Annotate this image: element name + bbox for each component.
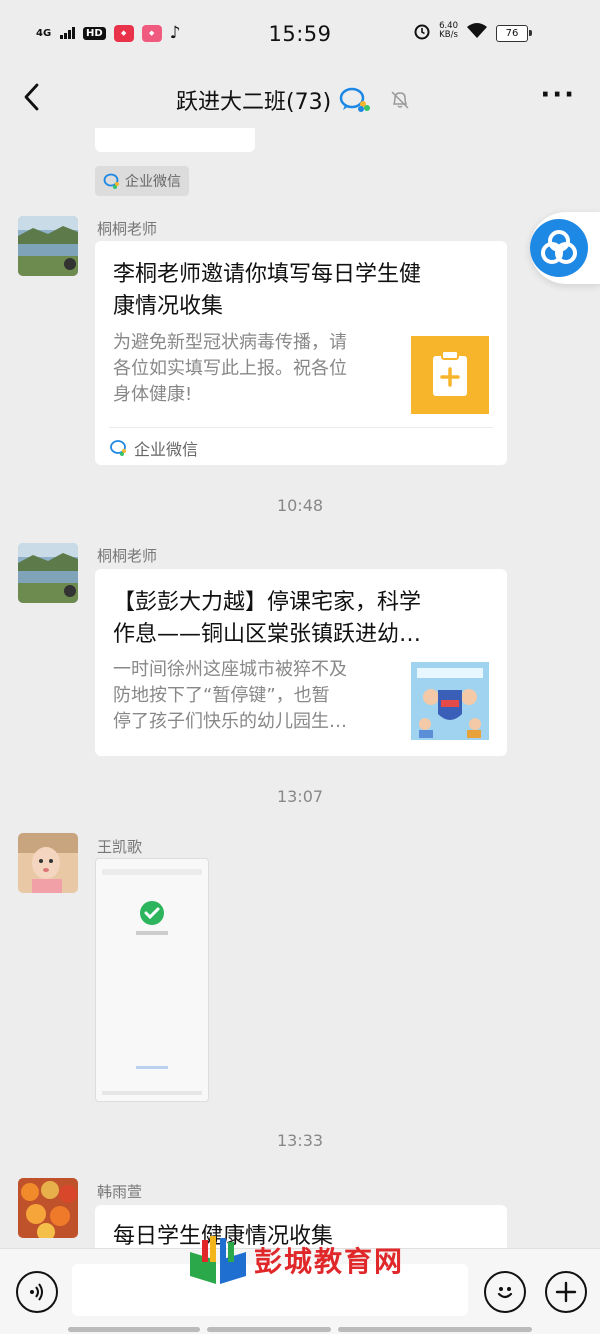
timestamp: 10:48 [276,496,324,515]
wecom-source-tag: 企业微信 [95,166,189,196]
voice-input-button[interactable] [16,1271,58,1313]
watermark: 彭城教育网 [188,1234,404,1286]
status-bar: 4G HD ◆ ◆ ♪ 15:59 6.40 KB/s 76 [0,0,600,68]
landscape-avatar-image [18,216,78,276]
sender-name: 桐桐老师 [97,220,158,238]
chat-title: 跃进大二班(73) [176,90,332,115]
form-thumbnail [411,336,489,414]
wifi-icon [467,23,487,38]
avatar-tongtong-teacher[interactable] [18,216,78,276]
more-functions-button[interactable] [545,1271,587,1313]
status-right-icons: 6.40 KB/s [413,22,488,40]
mute-bell-icon [391,91,409,109]
previous-card-fragment[interactable] [95,128,255,152]
check-circle-icon [140,901,164,925]
plus-icon [555,1281,577,1303]
miniprogram-icon [530,219,588,277]
form-invite-card[interactable]: 李桐老师邀请你填写每日学生健 康情况收集 为避免新型冠状病毒传播，请 各位如实填… [95,241,507,465]
voice-icon [30,1283,43,1301]
sender-name: 王凯歌 [97,838,143,856]
network-speed: 6.40 KB/s [439,22,458,40]
screenshot-image-message[interactable] [95,858,209,1102]
timestamp: 13:07 [276,787,324,806]
sender-name: 韩雨萱 [97,1183,143,1201]
floating-action-button[interactable] [530,212,600,284]
article-title-line1: 【彭彭大力越】停课宅家，科学 [113,590,422,615]
more-options-icon[interactable]: ··· [540,82,576,108]
clipboard-add-icon [433,350,467,396]
fruit-avatar-image [18,1178,78,1238]
gesture-bar-left [68,1327,200,1332]
gesture-bar-right [338,1327,532,1332]
card-divider [109,427,493,428]
alarm-icon [414,24,430,40]
card-desc-line1: 为避免新型冠状病毒传播，请 [113,332,347,353]
card-title-line1: 李桐老师邀请你填写每日学生健 [113,262,422,287]
speed-unit: KB/s [439,30,458,40]
back-arrow-icon[interactable] [20,82,44,112]
baby-avatar-image [18,833,78,893]
timestamp: 13:33 [276,1131,324,1150]
battery-indicator: 76 [496,25,532,42]
book-logo-icon [190,1236,246,1284]
avatar-tongtong-teacher[interactable] [18,543,78,603]
sender-name: 桐桐老师 [97,547,158,565]
article-title-line2: 作息——铜山区棠张镇跃进幼… [113,622,422,647]
card-source-label: 企业微信 [134,440,199,459]
article-desc-line1: 一时间徐州这座城市被猝不及 [113,659,347,680]
card-source: 企业微信 [109,436,198,460]
smile-icon [497,1287,513,1299]
avatar-wang-kaige[interactable] [18,833,78,893]
watermark-text: 彭城教育网 [254,1245,405,1278]
wecom-small-icon [103,173,119,189]
emoji-button[interactable] [484,1271,526,1313]
article-desc-line3: 停了孩子们快乐的幼儿园生… [113,711,347,732]
article-link-card[interactable]: 【彭彭大力越】停课宅家，科学 作息——铜山区棠张镇跃进幼… 一时间徐州这座城市被… [95,569,507,756]
wecom-small-icon [110,440,126,456]
wecom-source-label: 企业微信 [125,174,181,190]
landscape-avatar-image [18,543,78,603]
chat-header: 跃进大二班(73) ··· [0,68,600,128]
screenshot-footer-bar [102,1091,202,1095]
avatar-han-yuxuan[interactable] [18,1178,78,1238]
card-desc-line3: 身体健康! [113,384,193,405]
article-thumbnail-image [411,662,489,740]
chat-title-group[interactable]: 跃进大二班(73) [176,84,411,116]
wecom-logo-icon [339,87,371,112]
screenshot-header-bar [102,869,202,875]
card-title-line2: 康情况收集 [113,294,224,319]
article-thumbnail [411,662,489,740]
gesture-bar-middle [207,1327,331,1332]
article-desc-line2: 防地按下了“暂停键”，也暂 [113,685,330,706]
screenshot-text-line [136,931,168,935]
screenshot-link-line [136,1066,168,1069]
card-desc-line2: 各位如实填写此上报。祝各位 [113,358,347,379]
